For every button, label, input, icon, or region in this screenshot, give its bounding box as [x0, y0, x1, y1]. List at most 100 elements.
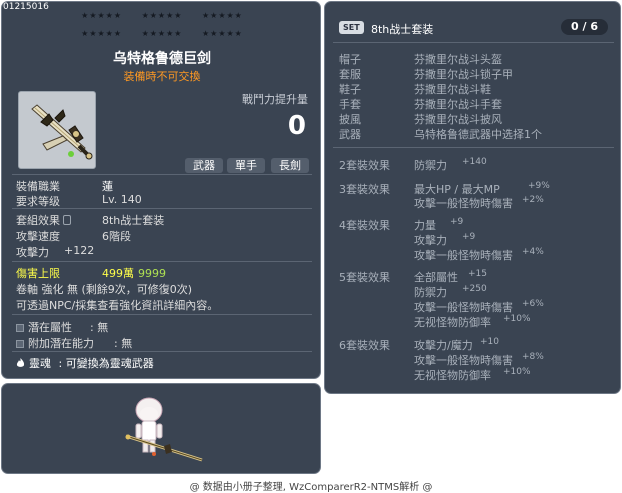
set-effect-4-title: 4套裝效果 — [339, 219, 390, 232]
set-item-slot: 鞋子 — [339, 83, 361, 96]
item-name: 乌特格鲁德巨剑 — [113, 51, 211, 67]
stat-name: 无视怪物防御率 — [414, 369, 491, 382]
set-item-name: 芬撒里尔战斗鞋 — [414, 83, 491, 96]
stat-name: 防禦力 — [414, 159, 447, 172]
attack-speed-value: 6階段 — [102, 230, 131, 243]
greatsword-icon — [31, 104, 93, 160]
divider — [333, 147, 614, 148]
star-group: ★★★★★ — [141, 29, 183, 38]
stat-name: 攻擊一般怪物時傷害 — [414, 354, 513, 367]
attack-label: 攻擊力 — [16, 246, 49, 259]
stat-name: 防禦力 — [414, 286, 447, 299]
level-row: 要求等级 Lv. 140 — [16, 193, 142, 209]
set-effect-5-line: 无视怪物防御率 +10% — [414, 314, 531, 330]
set-effect-6-line: 攻擊一般怪物時傷害 +8% — [414, 352, 544, 368]
trade-note: 装備時不可交換 — [123, 70, 201, 83]
tag-weapon: 武器 — [185, 158, 223, 173]
stat-amount: +8% — [522, 352, 544, 362]
set-item-weapon: 武器 乌特格鲁德武器中选择1个 — [339, 126, 542, 142]
stat-name: 攻擊一般怪物時傷害 — [414, 249, 513, 262]
stat-amount: +9 — [462, 232, 476, 242]
star-group: ★★★★★ — [201, 11, 243, 20]
stat-amount: +4% — [522, 247, 544, 257]
damage-cap-extra: 9999 — [138, 267, 166, 280]
stat-name: 无视怪物防御率 — [414, 316, 491, 329]
stat-amount: +6% — [522, 299, 544, 309]
set-effect-4-line: 力量 +9 — [414, 217, 463, 233]
set-title: 8th战士套装 — [371, 23, 434, 36]
stat-amount: +2% — [522, 195, 544, 205]
set-badge: SET — [339, 21, 364, 34]
divider — [12, 314, 312, 315]
set-count: 0 / 6 — [561, 19, 608, 35]
set-effect-6-title: 6套裝效果 — [339, 339, 390, 352]
divider — [12, 351, 312, 352]
character-preview — [125, 397, 203, 462]
damage-cap-row: 傷害上限 499萬 9999 — [16, 265, 166, 281]
power-increase-value: 0 — [287, 111, 306, 141]
stat-amount: +15 — [468, 269, 487, 279]
stat-name: 全部屬性 — [414, 271, 458, 284]
soul-value: : 可變換為靈魂武器 — [58, 357, 154, 370]
stat-amount: +9% — [528, 181, 550, 191]
damage-cap-label: 傷害上限 — [16, 267, 60, 280]
job-value: 蓮 — [102, 180, 113, 193]
set-item-name: 芬撒里尔战斗头盔 — [414, 53, 502, 66]
attack-speed-label: 攻擊速度 — [16, 230, 60, 243]
stat-amount: +250 — [462, 284, 487, 294]
set-effect-row: 套組效果 8th战士套装 — [16, 212, 164, 228]
character-preview-panel — [1, 383, 321, 474]
tag-longsword: 長劍 — [271, 158, 309, 173]
set-item-gloves: 手套 芬撒里尔战斗手套 — [339, 96, 502, 112]
potential-value: : 無 — [90, 321, 109, 334]
star-force-row-1: ★★★★★ ★★★★★ ★★★★★ — [2, 11, 320, 20]
set-effect-5-title: 5套裝效果 — [339, 271, 390, 284]
stat-name: 攻擊力/魔力 — [414, 339, 473, 352]
set-item-name: 乌特格鲁德武器中选择1个 — [414, 128, 542, 141]
stat-name: 攻擊一般怪物時傷害 — [414, 197, 513, 210]
stat-name: 攻擊一般怪物時傷害 — [414, 301, 513, 314]
enhance-hint: 可透過NPC/採集查看強化資訊詳細內容。 — [16, 299, 219, 312]
divider — [12, 174, 312, 175]
job-label: 裝備職業 — [16, 180, 60, 193]
tag-one-handed: 單手 — [227, 158, 265, 173]
greatsword-icon — [125, 434, 203, 462]
set-item-slot: 套服 — [339, 68, 361, 81]
set-effect-4-line: 攻擊力 +9 — [414, 232, 475, 248]
flame-icon — [16, 358, 25, 367]
set-effect-value: 8th战士套装 — [102, 214, 165, 227]
star-group: ★★★★★ — [141, 11, 183, 20]
set-effect-4-line: 攻擊一般怪物時傷害 +4% — [414, 247, 544, 263]
set-item-slot: 武器 — [339, 128, 361, 141]
divider — [333, 42, 614, 43]
set-item-overall: 套服 芬撒里尔战斗锁子甲 — [339, 66, 513, 82]
soul-row: 靈魂 : 可變換為靈魂武器 — [16, 355, 154, 371]
job-row: 裝備職業 蓮 — [16, 178, 113, 194]
footer-credit: @ 数据由小册子整理, WzComparerR2-NTMS解析 @ — [189, 482, 433, 493]
potential-label: 潛在屬性 — [28, 321, 72, 334]
star-group: ★★★★★ — [81, 29, 123, 38]
set-item-hat: 帽子 芬撒里尔战斗头盔 — [339, 51, 502, 67]
level-value: Lv. 140 — [102, 193, 142, 206]
set-effect-5-line: 防禦力 +250 — [414, 284, 487, 300]
divider — [12, 261, 312, 262]
set-effect-6-line: 攻擊力/魔力 +10 — [414, 337, 499, 353]
stat-amount: +9 — [450, 217, 464, 227]
star-group: ★★★★★ — [201, 29, 243, 38]
scroll-row: 卷軸 強化 無 (剩餘9次，可修復0次) — [16, 283, 193, 296]
stat-amount: +140 — [462, 157, 487, 167]
bonus-potential-value: : 無 — [114, 337, 133, 350]
stat-amount: +10% — [503, 314, 531, 324]
potential-row: 潛在屬性 : 無 — [16, 319, 108, 335]
attack-row: 攻擊力 +122 — [16, 244, 94, 260]
set-effect-5-line: 全部屬性 +15 — [414, 269, 487, 285]
set-effect-6-line: 无视怪物防御率 +10% — [414, 367, 531, 383]
power-increase-label: 戰鬥力提升量 — [242, 93, 308, 106]
potential-icon — [16, 324, 24, 332]
set-link-icon — [63, 215, 71, 225]
damage-cap-main: 499萬 — [102, 267, 134, 280]
level-label: 要求等级 — [16, 195, 60, 208]
stat-name: 攻擊力 — [414, 234, 447, 247]
set-effect-3-line: 攻擊一般怪物時傷害 +2% — [414, 195, 544, 211]
attack-value: +122 — [64, 244, 95, 257]
